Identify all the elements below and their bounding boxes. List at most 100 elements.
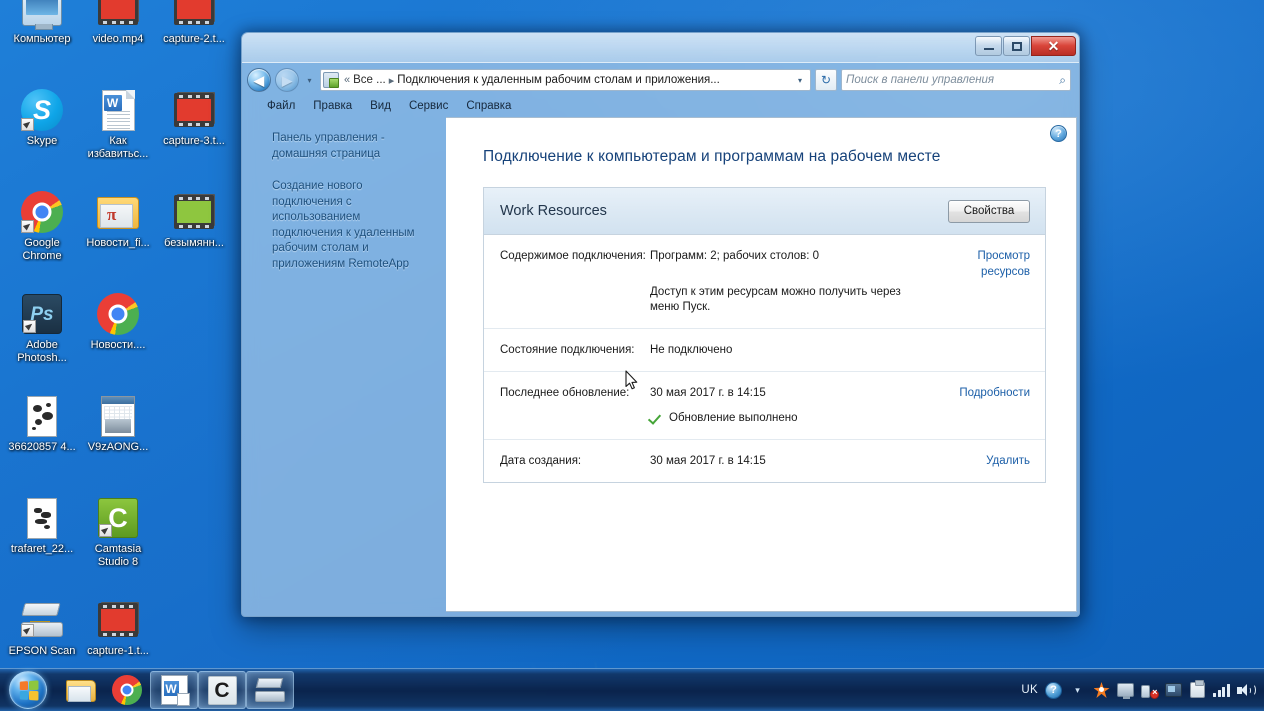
- connection-card-header: Work Resources Свойства: [484, 188, 1045, 235]
- video-file-icon: [172, 88, 216, 132]
- sidebar-link-create-connection[interactable]: Создание нового подключения с использова…: [272, 179, 434, 272]
- close-icon: ✕: [1047, 38, 1060, 54]
- row-value-main: Программ: 2; рабочих столов: 0: [650, 250, 820, 262]
- desktop-icon-bezymyann[interactable]: безымянн...: [156, 186, 232, 288]
- forward-button[interactable]: ▶: [275, 68, 299, 92]
- refresh-button[interactable]: ↻: [815, 69, 837, 91]
- back-button[interactable]: ◀: [247, 68, 271, 92]
- desktop-icon-capture-3[interactable]: capture-3.t...: [156, 84, 232, 186]
- signal-bars-icon[interactable]: [1213, 683, 1230, 697]
- breadcrumb-current[interactable]: Подключения к удаленным рабочим столам и…: [397, 74, 793, 86]
- photoshop-icon: Ps: [20, 292, 64, 336]
- chevron-right-icon: ▸: [388, 74, 395, 87]
- desktop-icon-camtasia-studio[interactable]: C Camtasia Studio 8: [80, 492, 156, 594]
- desktop-icon-trafaret[interactable]: trafaret_22...: [4, 492, 80, 594]
- row-label: Дата создания:: [500, 455, 582, 467]
- properties-button[interactable]: Свойства: [948, 199, 1030, 223]
- taskbar-button-explorer[interactable]: [58, 671, 104, 709]
- breadcrumb-overflow-icon[interactable]: «: [341, 74, 353, 86]
- row-value-sub: Доступ к этим ресурсам можно получить че…: [650, 286, 901, 313]
- desktop-icon-computer[interactable]: Компьютер: [4, 0, 80, 84]
- desktop-icon-skype[interactable]: S Skype: [4, 84, 80, 186]
- delete-link[interactable]: Удалить: [938, 453, 1030, 469]
- view-resources-link[interactable]: Просмотр ресурсов: [938, 248, 1030, 315]
- details-link[interactable]: Подробности: [938, 385, 1030, 426]
- desktop-icon-novosti-folder[interactable]: π Новости_fi...: [80, 186, 156, 288]
- taskbar-button-scanner[interactable]: [246, 671, 294, 709]
- desktop-icon-capture-2[interactable]: capture-2.t...: [156, 0, 232, 84]
- row-value-main: 30 мая 2017 г. в 14:15: [650, 455, 766, 467]
- volume-icon[interactable]: [1237, 683, 1256, 698]
- monitor-icon[interactable]: [1117, 682, 1134, 699]
- menu-help[interactable]: Справка: [457, 99, 520, 115]
- navigation-sidebar: Панель управления - домашняя страница Со…: [244, 117, 446, 612]
- breadcrumb-root[interactable]: Все ...: [353, 74, 386, 86]
- show-hidden-icons-button[interactable]: ▾: [1069, 682, 1086, 699]
- checkmark-icon: [650, 411, 663, 424]
- desktop-icon-google-chrome[interactable]: Google Chrome: [4, 186, 80, 288]
- scanner-icon: [255, 678, 285, 702]
- desktop-icon-empty: [156, 492, 232, 594]
- taskbar-button-camtasia[interactable]: C: [198, 671, 246, 709]
- desktop-icon-image-36620857[interactable]: 36620857 4...: [4, 390, 80, 492]
- window-titlebar[interactable]: ✕: [242, 33, 1079, 63]
- desktop-icon-word-doc[interactable]: W Как избавитьс...: [80, 84, 156, 186]
- video-file-icon: [96, 0, 140, 30]
- update-status: Обновление выполнено: [650, 410, 928, 426]
- taskbar-button-word[interactable]: W: [150, 671, 198, 709]
- refresh-icon: ↻: [820, 73, 832, 87]
- recent-locations-button[interactable]: ▾: [303, 76, 316, 85]
- help-icon[interactable]: ?: [1045, 681, 1062, 699]
- desktop-icon-label: Skype: [26, 135, 58, 147]
- control-panel-window[interactable]: ✕ ◀ ▶ ▾ « Все ... ▸ Подключения к удален…: [241, 32, 1080, 617]
- video-file-icon: [172, 190, 216, 234]
- update-status-text: Обновление выполнено: [669, 412, 798, 424]
- remote-display-icon[interactable]: [1165, 682, 1182, 699]
- search-input[interactable]: [846, 74, 1060, 86]
- sidebar-link-control-panel-home[interactable]: Панель управления - домашняя страница: [272, 131, 434, 162]
- window-controls: ✕: [975, 36, 1076, 56]
- start-button[interactable]: [2, 670, 54, 711]
- help-icon[interactable]: ?: [1050, 125, 1067, 142]
- desktop-icon-label: Компьютер: [13, 33, 71, 45]
- search-box[interactable]: ⌕: [841, 69, 1071, 91]
- desktop[interactable]: Компьютер video.mp4 capture-2.t... S Sky…: [0, 0, 1264, 711]
- menu-edit[interactable]: Правка: [304, 99, 361, 115]
- desktop-icon-video-mp4[interactable]: video.mp4: [80, 0, 156, 84]
- table-image-icon: [96, 394, 140, 438]
- network-disconnected-icon[interactable]: [1141, 683, 1159, 699]
- row-value: 30 мая 2017 г. в 14:15 Обновление выполн…: [650, 385, 938, 426]
- minimize-button[interactable]: [975, 36, 1002, 56]
- menu-tools[interactable]: Сервис: [400, 99, 457, 115]
- desktop-icon-adobe-photoshop[interactable]: Ps Adobe Photosh...: [4, 288, 80, 390]
- folder-explorer-icon: [66, 677, 96, 703]
- language-indicator[interactable]: UK: [1021, 684, 1038, 696]
- chrome-icon: [112, 675, 142, 705]
- menu-file[interactable]: Файл: [258, 99, 304, 115]
- taskbar-button-chrome[interactable]: [104, 671, 150, 709]
- row-value: Программ: 2; рабочих столов: 0 Доступ к …: [650, 248, 938, 315]
- window-body: Панель управления - домашняя страница Со…: [242, 117, 1079, 614]
- word-icon: W: [160, 675, 190, 706]
- desktop-icon-v9zaong[interactable]: V9zAONG...: [80, 390, 156, 492]
- desktop-icon-empty: [156, 390, 232, 492]
- row-label: Содержимое подключения:: [500, 250, 646, 262]
- maximize-button[interactable]: [1003, 36, 1030, 56]
- row-value-main: 30 мая 2017 г. в 14:15: [650, 387, 766, 399]
- desktop-icon-label: Новости....: [90, 339, 146, 351]
- page-title: Подключение к компьютерам и программам н…: [483, 148, 941, 165]
- image-file-icon: [20, 394, 64, 438]
- computer-icon: [20, 0, 64, 30]
- breadcrumb-address-bar[interactable]: « Все ... ▸ Подключения к удаленным рабо…: [320, 69, 811, 91]
- menu-view[interactable]: Вид: [361, 99, 400, 115]
- avast-antivirus-icon[interactable]: [1093, 682, 1110, 699]
- clipboard-icon[interactable]: [1189, 680, 1206, 699]
- row-action: [938, 342, 1030, 358]
- close-button[interactable]: ✕: [1031, 36, 1076, 56]
- desktop-icon-novosti-chrome[interactable]: Новости....: [80, 288, 156, 390]
- chrome-icon: [20, 190, 64, 234]
- system-tray: UK ? ▾: [1021, 680, 1264, 699]
- word-document-icon: W: [96, 88, 140, 132]
- desktop-icon-label: capture-3.t...: [163, 135, 225, 147]
- chevron-down-icon[interactable]: ▾: [793, 76, 807, 85]
